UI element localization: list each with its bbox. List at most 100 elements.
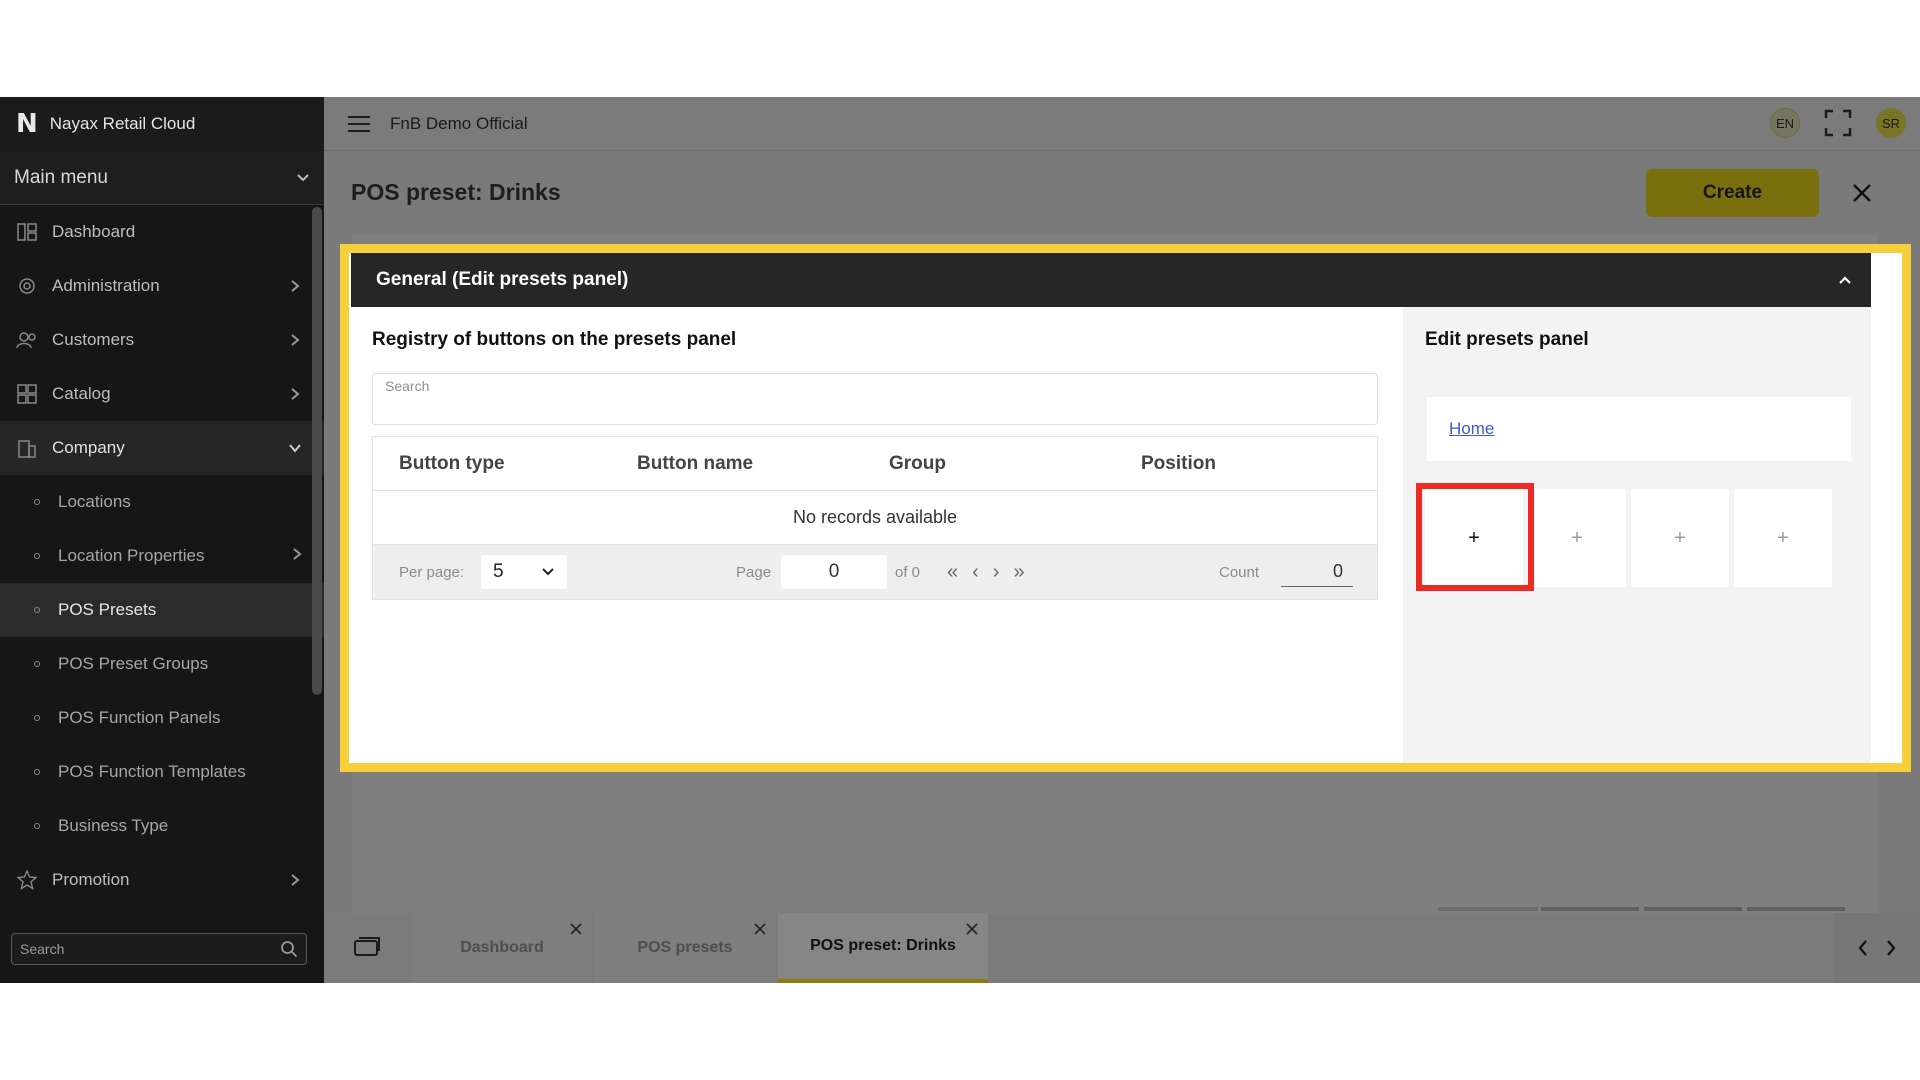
panel-scroll-indicator (1644, 907, 1742, 911)
sidebar-search-placeholder: Search (20, 941, 65, 957)
chevron-down-icon (297, 173, 309, 181)
sidebar-item-label: Business Type (58, 816, 169, 835)
sidebar-item-promotion[interactable]: Promotion (0, 853, 324, 907)
next-page-icon[interactable]: › (993, 561, 1000, 584)
add-preset-button[interactable]: + (1631, 489, 1729, 587)
sidebar-item-label: Promotion (52, 870, 130, 889)
star-icon (16, 869, 38, 891)
sidebar-subitem-locations[interactable]: Locations (0, 475, 324, 529)
sidebar-item-administration[interactable]: Administration (0, 259, 324, 313)
catalog-icon (16, 383, 38, 405)
buttons-table: Button type Button name Group Position N… (372, 436, 1378, 600)
sidebar-item-label: Locations (58, 492, 131, 511)
main-menu-toggle[interactable]: Main menu (0, 151, 324, 205)
edit-presets-title: Edit presets panel (1425, 329, 1589, 350)
brand[interactable]: N Nayax Retail Cloud (0, 97, 324, 151)
first-page-icon[interactable]: « (947, 561, 958, 584)
home-link[interactable]: Home (1449, 419, 1494, 439)
bullet-icon (34, 607, 40, 613)
chevron-right-icon (288, 333, 302, 347)
per-page-select[interactable]: 5 (481, 555, 567, 589)
page-number-input[interactable]: 0 (781, 555, 887, 589)
chevron-right-icon (288, 873, 302, 887)
count-label: Count (1219, 563, 1260, 581)
search-icon (281, 941, 298, 958)
sidebar-item-label: Catalog (52, 384, 111, 403)
sidebar-subitem-pos-presets[interactable]: POS Presets (0, 583, 324, 637)
page-label: Page (736, 563, 772, 581)
user-avatar[interactable]: SR (1876, 108, 1906, 138)
sidebar-subitem-pos-function-templates[interactable]: POS Function Templates (0, 745, 324, 799)
panel-scroll-indicator (1438, 907, 1538, 911)
tab-label: POS presets (637, 939, 733, 956)
sidebar-subitem-pos-function-panels[interactable]: POS Function Panels (0, 691, 324, 745)
registry-search-input[interactable]: Search (372, 373, 1378, 425)
company-icon (16, 437, 38, 459)
sidebar-item-label: POS Presets (58, 600, 157, 619)
column-header-group[interactable]: Group (863, 453, 1115, 475)
sidebar-item-dashboard[interactable]: Dashboard (0, 205, 324, 259)
fullscreen-icon[interactable] (1824, 109, 1852, 137)
brand-logo: N (16, 109, 38, 139)
chevron-right-icon[interactable] (1885, 939, 1897, 957)
organization-name: FnB Demo Official (390, 113, 528, 133)
chevron-left-icon[interactable] (1857, 939, 1869, 957)
close-tab-icon[interactable] (966, 923, 978, 935)
count-value: 0 (1281, 557, 1353, 587)
tab-dashboard[interactable]: Dashboard (412, 913, 592, 983)
header-actions: EN SR (1770, 108, 1906, 138)
bullet-icon (34, 499, 40, 505)
sidebar-item-company[interactable]: Company (0, 421, 324, 475)
add-preset-button[interactable]: + (1528, 489, 1626, 587)
chevron-right-icon (292, 546, 302, 566)
sidebar-item-label: Customers (52, 330, 135, 349)
customers-icon (16, 329, 38, 351)
top-bar: FnB Demo Official EN SR (324, 97, 1920, 151)
administration-icon (16, 275, 38, 297)
add-preset-button[interactable]: + (1734, 489, 1832, 587)
bullet-icon (34, 823, 40, 829)
sidebar-item-label: Administration (52, 276, 160, 295)
bullet-icon (34, 661, 40, 667)
sidebar-scrollbar[interactable] (312, 207, 322, 695)
edit-presets-section: Edit presets panel Home + + + + (1403, 307, 1871, 763)
page-title: POS preset: Drinks (351, 179, 561, 205)
registry-section: Registry of buttons on the presets panel… (351, 307, 1403, 763)
chevron-up-icon[interactable] (1837, 272, 1853, 288)
close-tab-icon[interactable] (570, 923, 582, 935)
app-window: N Nayax Retail Cloud Main menu Dashboard… (0, 97, 1920, 983)
close-icon[interactable] (1850, 181, 1874, 205)
column-header-position[interactable]: Position (1115, 453, 1365, 475)
tab-label: POS preset: Drinks (810, 937, 956, 954)
column-header-button-type[interactable]: Button type (373, 453, 611, 475)
panel-scroll-indicator (1747, 907, 1845, 911)
sidebar-subitem-location-properties[interactable]: Location Properties (0, 529, 324, 583)
sidebar-item-catalog[interactable]: Catalog (0, 367, 324, 421)
page-navigation: « ‹ › » (947, 545, 1025, 599)
bullet-icon (34, 715, 40, 721)
create-button[interactable]: Create (1646, 169, 1819, 217)
sidebar-item-label: POS Preset Groups (58, 654, 209, 673)
bullet-icon (34, 553, 40, 559)
language-switcher[interactable]: EN (1770, 108, 1800, 138)
close-tab-icon[interactable] (754, 923, 766, 935)
per-page-value: 5 (493, 561, 504, 582)
sidebar-item-customers[interactable]: Customers (0, 313, 324, 367)
tab-scroll-controls (1834, 913, 1920, 983)
table-header: Button type Button name Group Position (373, 437, 1377, 491)
tab-pos-presets[interactable]: POS presets (594, 913, 776, 983)
pagination-bar: Per page: 5 Page 0 of 0 « ‹ › » Count 0 (373, 545, 1377, 599)
dashboard-icon (16, 221, 38, 243)
tabs-overview-icon[interactable] (354, 937, 380, 957)
sidebar-subitem-business-type[interactable]: Business Type (0, 799, 324, 853)
prev-page-icon[interactable]: ‹ (972, 561, 979, 584)
tab-label: Dashboard (460, 939, 544, 956)
sidebar-subitem-pos-preset-groups[interactable]: POS Preset Groups (0, 637, 324, 691)
page-of-label: of 0 (895, 563, 921, 581)
panel-header[interactable]: General (Edit presets panel) (351, 253, 1871, 307)
tab-pos-preset-drinks[interactable]: POS preset: Drinks (778, 913, 988, 983)
hamburger-menu-icon[interactable] (348, 115, 370, 132)
column-header-button-name[interactable]: Button name (611, 453, 863, 475)
last-page-icon[interactable]: » (1013, 561, 1024, 584)
sidebar-search-input[interactable]: Search (11, 933, 307, 965)
